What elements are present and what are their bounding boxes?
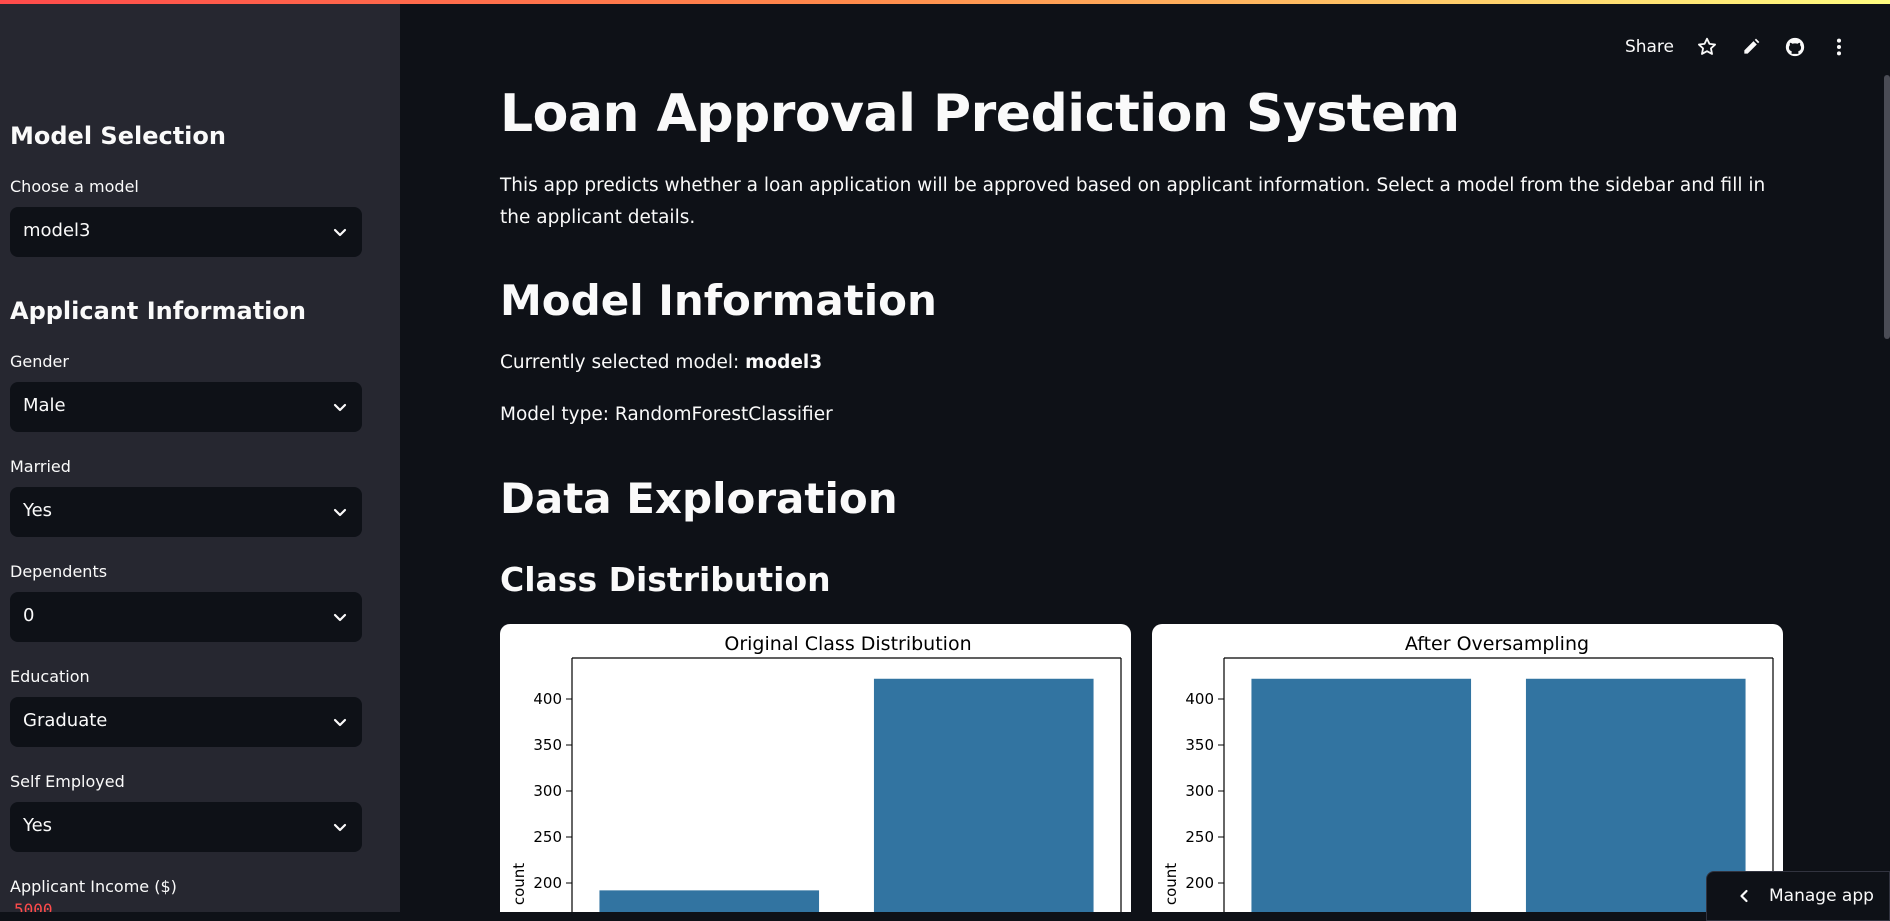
model-type-text: Model type: RandomForestClassifier [500,404,833,425]
chart-y-tick-label: 250 [533,828,562,846]
chart-ylabel: count [1162,863,1180,905]
chart-svg: After Oversampling count 200 250 300 350 400 [1162,633,1774,912]
model-select-value: model3 [23,220,91,241]
chart-y-tick-label: 300 [533,782,562,800]
model-select-label: Choose a model [10,177,139,196]
chart-title: After Oversampling [1405,633,1589,655]
chevron-left-icon [1740,889,1748,903]
chart-bar [873,678,1094,912]
more-vert-icon[interactable] [1828,36,1850,58]
after-oversampling-chart: After Oversampling count 200 250 300 350 400 [1152,624,1783,912]
selected-model-prefix: Currently selected model: [500,352,746,373]
github-icon[interactable] [1784,36,1806,58]
chevron-down-icon [333,508,347,517]
married-select-value: Yes [23,500,53,521]
model-select[interactable]: model3 [10,207,362,257]
gender-select-value: Male [23,395,66,416]
married-select[interactable]: Yes [10,487,362,537]
dependents-select[interactable]: 0 [10,592,362,642]
intro-text: This app predicts whether a loan applica… [500,175,1766,228]
education-select-value: Graduate [23,710,108,731]
main-scrollbar[interactable] [1884,75,1890,339]
data-exploration-heading: Data Exploration [500,474,898,523]
chart-y-tick-label: 200 [1185,874,1214,892]
selected-model-text: Currently selected model: model3 [500,352,822,373]
chart-y-tick-label: 250 [1185,828,1214,846]
manage-app-button[interactable]: Manage app [1706,871,1890,921]
page-title: Loan Approval Prediction System [500,84,1460,144]
chevron-down-icon [333,403,347,412]
chevron-down-icon [333,228,347,237]
chart-title: Original Class Distribution [724,633,971,655]
chart-ylabel: count [510,863,528,905]
chart-y-tick-label: 400 [1185,690,1214,708]
class-distribution-heading: Class Distribution [500,560,831,599]
chart-bar [1251,678,1472,912]
dependents-label: Dependents [10,562,108,581]
main-area: Share Loan Approval Prediction System Th… [400,0,1890,912]
self-employed-select[interactable]: Yes [10,802,362,852]
chevron-down-icon [333,823,347,832]
chart-y-tick-label: 200 [533,874,562,892]
self-employed-label: Self Employed [10,772,125,791]
selected-model-value: model3 [745,352,823,373]
applicant-income-slider-value[interactable]: 5000 [14,900,53,912]
share-button[interactable]: Share [1625,37,1674,57]
manage-app-label: Manage app [1769,886,1874,906]
app-toolbar: Share [1625,34,1850,60]
chart-svg: Original Class Distribution count 200 250… [510,633,1122,912]
dependents-select-value: 0 [23,605,35,626]
pencil-icon[interactable] [1740,36,1762,58]
chart-y-tick-label: 400 [533,690,562,708]
chart-y-tick-label: 350 [1185,736,1214,754]
gender-select[interactable]: Male [10,382,362,432]
education-label: Education [10,667,90,686]
chart-bar [599,890,820,912]
model-selection-heading: Model Selection [10,122,226,150]
top-decoration-bar [0,0,1890,4]
chevron-down-icon [333,613,347,622]
education-select[interactable]: Graduate [10,697,362,747]
sidebar: Model Selection Choose a model model3 Ap… [0,0,400,912]
model-information-heading: Model Information [500,276,937,325]
applicant-information-heading: Applicant Information [10,297,306,325]
chart-y-tick-label: 300 [1185,782,1214,800]
chevron-down-icon [333,718,347,727]
applicant-income-label: Applicant Income ($) [10,877,177,896]
chart-y-tick-label: 350 [533,736,562,754]
star-icon[interactable] [1696,36,1718,58]
original-class-distribution-chart: Original Class Distribution count 200 250… [500,624,1131,912]
self-employed-select-value: Yes [23,815,53,836]
gender-label: Gender [10,352,69,371]
married-label: Married [10,457,71,476]
